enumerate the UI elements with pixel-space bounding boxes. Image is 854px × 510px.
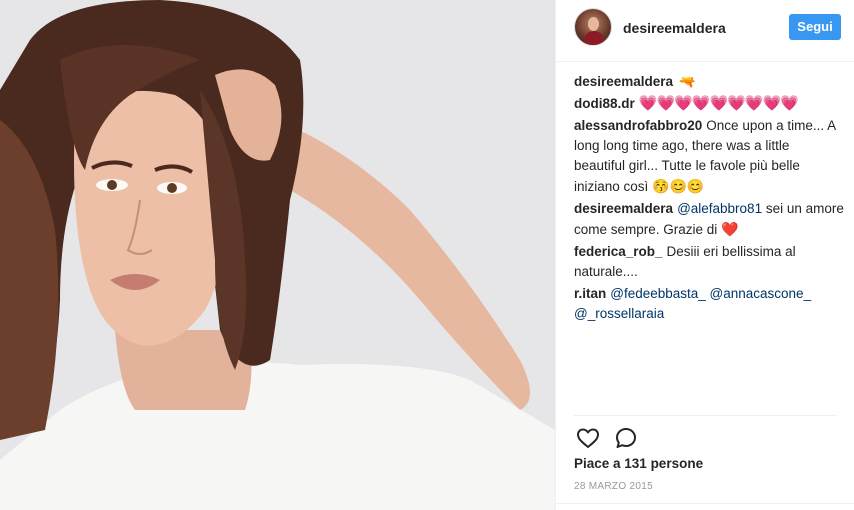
comment-username[interactable]: alessandrofabbro20 — [574, 118, 702, 133]
avatar-face — [588, 17, 599, 31]
follow-button[interactable]: Segui — [789, 14, 841, 40]
hearts-emoji: 💗💗💗💗💗💗💗💗💗 — [638, 95, 799, 112]
comment-item: desireemaldera @alefabbro81 sei un amore … — [574, 199, 844, 240]
caption: desireemaldera 🔫 — [574, 72, 844, 92]
comments-list: desireemaldera 🔫 dodi88.dr 💗💗💗💗💗💗💗💗💗 aless… — [574, 72, 844, 326]
comment-button[interactable] — [612, 424, 640, 452]
comment-item: federica_rob_ Desiii eri bellissima al na… — [574, 242, 844, 282]
comment-item: alessandrofabbro20 Once upon a time... A … — [574, 116, 844, 197]
divider — [556, 503, 854, 504]
comment-username[interactable]: r.itan — [574, 286, 606, 301]
post-sidebar: desireemaldera Segui desireemaldera 🔫 dod… — [555, 0, 854, 510]
likes-count[interactable]: Piace a 131 persone — [574, 456, 703, 471]
red-heart-emoji: ❤️ — [721, 221, 739, 237]
header-username[interactable]: desireemaldera — [623, 20, 726, 36]
comment-username[interactable]: dodi88.dr — [574, 96, 635, 111]
portrait-photo — [0, 0, 555, 510]
avatar[interactable] — [574, 8, 612, 46]
comment-username[interactable]: desireemaldera — [574, 201, 673, 216]
post-actions — [574, 424, 640, 452]
post-header: desireemaldera Segui — [556, 0, 854, 62]
post-photo[interactable] — [0, 0, 555, 510]
comment-mention[interactable]: @alefabbro81 — [677, 201, 762, 216]
speech-bubble-icon — [616, 428, 636, 448]
caption-username[interactable]: desireemaldera — [574, 74, 673, 89]
smiley-emoji: 😚😊😊 — [652, 178, 705, 194]
heart-outline-icon — [577, 428, 599, 448]
comment-item: dodi88.dr 💗💗💗💗💗💗💗💗💗 — [574, 94, 844, 114]
divider — [574, 415, 837, 416]
comment-item: r.itan @fedeebbasta_ @annacascone_ @_ross… — [574, 284, 844, 324]
instagram-post: desireemaldera Segui desireemaldera 🔫 dod… — [0, 0, 854, 510]
post-date: 28 MARZO 2015 — [574, 481, 653, 492]
comment-mentions[interactable]: @fedeebbasta_ @annacascone_ @_rossellara… — [574, 286, 811, 321]
like-button[interactable] — [574, 424, 602, 452]
avatar-shoulders — [584, 31, 604, 45]
comment-username[interactable]: federica_rob_ — [574, 244, 663, 259]
pistol-icon: 🔫 — [679, 74, 696, 89]
